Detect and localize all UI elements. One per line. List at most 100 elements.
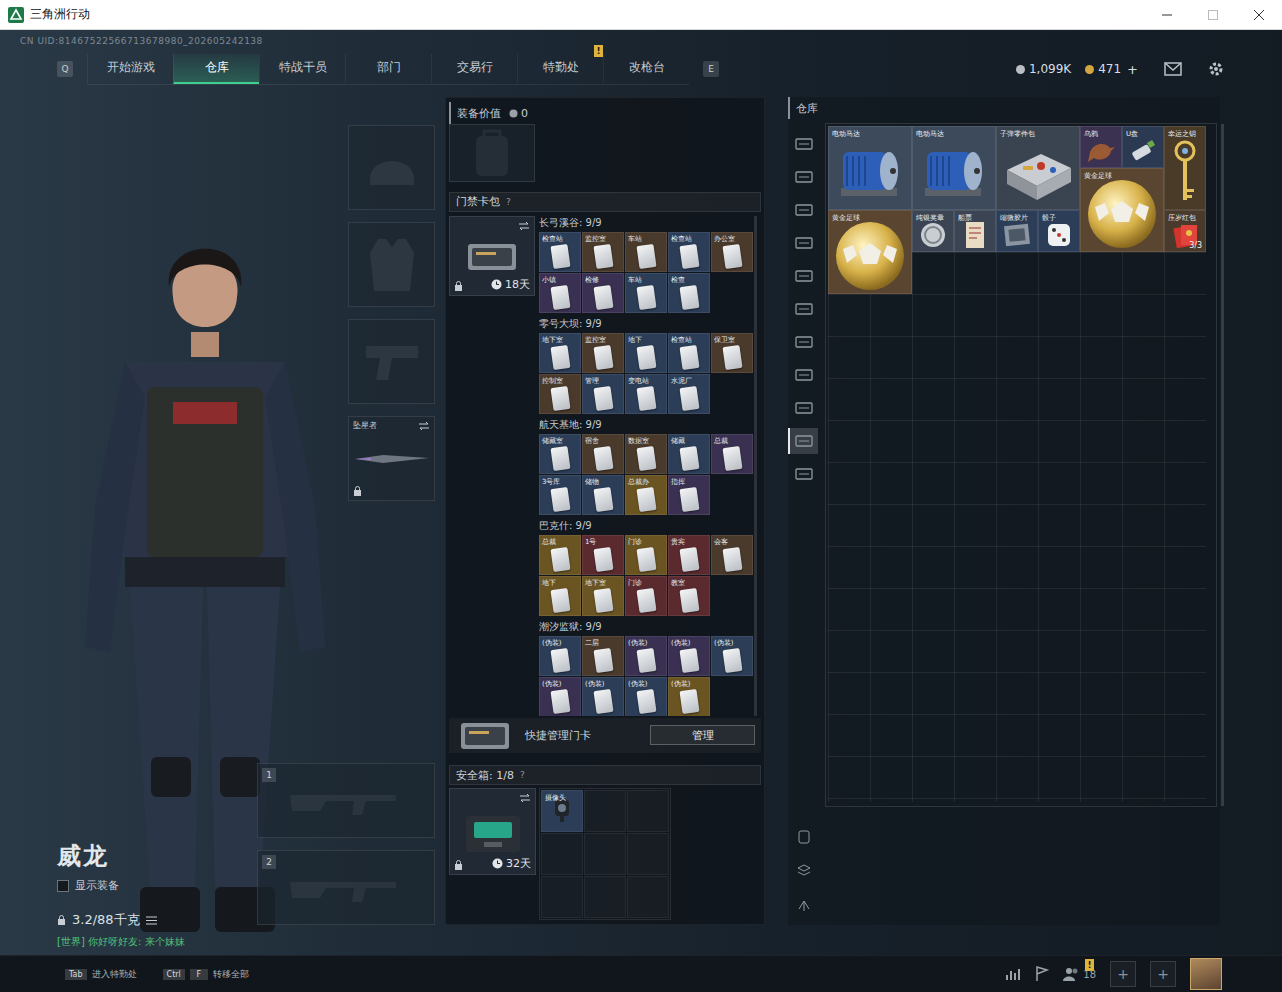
- maximize-button[interactable]: [1190, 0, 1236, 30]
- storage-item[interactable]: 幸运之钥: [1164, 126, 1206, 210]
- keycard[interactable]: 地下室: [539, 333, 581, 373]
- storage-tab[interactable]: [788, 362, 818, 388]
- keycard[interactable]: (伪装): [668, 677, 710, 716]
- transfer-button[interactable]: [792, 893, 816, 917]
- storage-item[interactable]: 电动马达: [912, 126, 996, 210]
- keycard[interactable]: 指挥: [668, 475, 710, 515]
- nav-tab[interactable]: 交易行: [431, 54, 517, 84]
- keycard[interactable]: 车站: [625, 232, 667, 272]
- keycard[interactable]: 地下: [625, 333, 667, 373]
- keycard[interactable]: 水泥厂: [668, 374, 710, 414]
- storage-tab[interactable]: [788, 395, 818, 421]
- storage-item[interactable]: 电动马达: [828, 126, 912, 210]
- keycard[interactable]: 小镇: [539, 273, 581, 313]
- flag-button[interactable]: [1035, 966, 1049, 982]
- sort-button[interactable]: [792, 825, 816, 849]
- show-equipment-toggle[interactable]: 显示装备: [57, 878, 185, 893]
- keycard[interactable]: 监控室: [582, 333, 624, 373]
- nav-tab[interactable]: 特战干员: [259, 54, 345, 84]
- storage-item[interactable]: 黄金足球: [828, 210, 912, 294]
- manage-button[interactable]: 管理: [650, 725, 755, 745]
- empty-cell[interactable]: [541, 876, 583, 918]
- keycard[interactable]: 检查站: [539, 232, 581, 272]
- nav-tab[interactable]: 特勤处!: [517, 54, 603, 84]
- storage-tab[interactable]: [788, 329, 818, 355]
- swap-button[interactable]: [519, 793, 531, 803]
- storage-item[interactable]: 缩微胶片: [996, 210, 1038, 252]
- storage-item[interactable]: U盘: [1122, 126, 1164, 168]
- storage-item[interactable]: 乌鸦: [1080, 126, 1122, 168]
- mail-button[interactable]: [1164, 62, 1182, 76]
- keycard[interactable]: 车站: [625, 273, 667, 313]
- keycard[interactable]: 变电站: [625, 374, 667, 414]
- armor-slot[interactable]: [348, 222, 435, 307]
- empty-cell[interactable]: [584, 876, 626, 918]
- storage-item[interactable]: 子弹零件包: [996, 126, 1080, 210]
- keycard[interactable]: 储藏室: [539, 434, 581, 474]
- keycard[interactable]: 数据室: [625, 434, 667, 474]
- settings-button[interactable]: [1208, 61, 1224, 77]
- keycard[interactable]: 保卫室: [711, 333, 753, 373]
- keycard[interactable]: 门诊: [625, 535, 667, 575]
- empty-cell[interactable]: [584, 833, 626, 875]
- keycard[interactable]: 储藏: [668, 434, 710, 474]
- keycard[interactable]: 二层: [582, 636, 624, 676]
- storage-tab[interactable]: [788, 428, 818, 454]
- nav-tab[interactable]: 部门: [345, 54, 431, 84]
- storage-item[interactable]: 骰子: [1038, 210, 1080, 252]
- keycard[interactable]: 检查站: [668, 333, 710, 373]
- storage-item[interactable]: 压岁红包3/3: [1164, 210, 1206, 252]
- backpack-slot[interactable]: [449, 124, 535, 182]
- scrollbar[interactable]: [1221, 124, 1224, 806]
- keycard[interactable]: (伪装): [625, 677, 667, 716]
- friends-button[interactable]: 18!: [1063, 967, 1096, 981]
- keycard[interactable]: 贵宾: [668, 535, 710, 575]
- chat-line[interactable]: [世界] 你好呀好友: 来个妹妹: [57, 935, 185, 949]
- key-hint[interactable]: CtrlF转移全部: [163, 968, 249, 981]
- weapon-slot[interactable]: 2: [257, 850, 435, 925]
- keycard[interactable]: 总裁: [539, 535, 581, 575]
- keycard[interactable]: (伪装): [539, 677, 581, 716]
- helmet-slot[interactable]: [348, 125, 435, 210]
- keycard[interactable]: 1号: [582, 535, 624, 575]
- keycard[interactable]: (伪装): [711, 636, 753, 676]
- empty-cell[interactable]: [584, 790, 626, 832]
- keycard[interactable]: 检查站: [668, 232, 710, 272]
- team-slot[interactable]: +: [1110, 961, 1136, 987]
- swap-button[interactable]: [518, 221, 530, 231]
- keycard[interactable]: (伪装): [539, 636, 581, 676]
- keycard[interactable]: 检修: [582, 273, 624, 313]
- keycard[interactable]: 监控室: [582, 232, 624, 272]
- team-slot[interactable]: +: [1150, 961, 1176, 987]
- keycard[interactable]: (伪装): [668, 636, 710, 676]
- keycard[interactable]: 门诊: [625, 576, 667, 616]
- help-mark[interactable]: ?: [520, 770, 525, 780]
- keycard[interactable]: 总裁办: [625, 475, 667, 515]
- storage-item[interactable]: 黄金足球: [1080, 168, 1164, 252]
- stats-button[interactable]: [1005, 967, 1021, 981]
- storage-tab[interactable]: [788, 131, 818, 157]
- storage-tab[interactable]: [788, 230, 818, 256]
- keycard[interactable]: (伪装): [625, 636, 667, 676]
- pistol-slot[interactable]: [348, 319, 435, 404]
- empty-cell[interactable]: [541, 833, 583, 875]
- empty-cell[interactable]: [627, 876, 669, 918]
- keycard[interactable]: 办公室: [711, 232, 753, 272]
- storage-tab[interactable]: [788, 296, 818, 322]
- checkbox[interactable]: [57, 880, 69, 892]
- storage-tab[interactable]: [788, 197, 818, 223]
- next-tab-key[interactable]: E: [703, 61, 719, 77]
- nav-tab[interactable]: 开始游戏: [87, 54, 173, 84]
- scrollbar[interactable]: [754, 216, 757, 716]
- melee-slot[interactable]: 坠星者: [348, 416, 435, 501]
- add-currency-button[interactable]: +: [1127, 62, 1138, 77]
- keycard[interactable]: 检查: [668, 273, 710, 313]
- prev-tab-key[interactable]: Q: [57, 61, 73, 77]
- close-button[interactable]: [1236, 0, 1282, 30]
- keycard-bag[interactable]: 18天: [449, 216, 535, 296]
- keycard[interactable]: 宿舍: [582, 434, 624, 474]
- keycard[interactable]: (伪装): [582, 677, 624, 716]
- storage-item[interactable]: 船票: [954, 210, 996, 252]
- help-mark[interactable]: ?: [506, 197, 511, 207]
- safe-box[interactable]: 32天: [449, 788, 536, 875]
